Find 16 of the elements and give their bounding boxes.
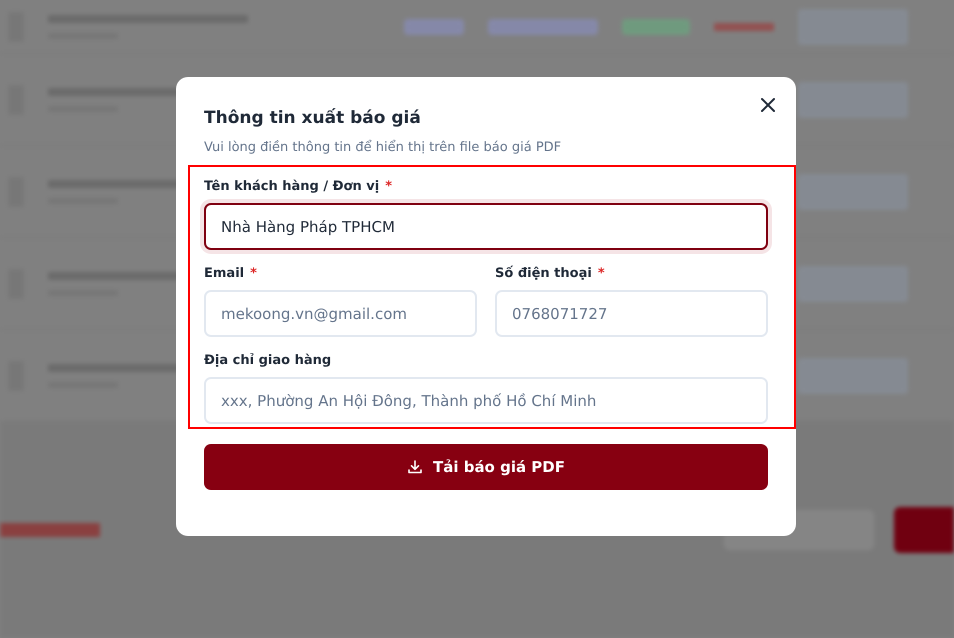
field-label: Email (204, 266, 244, 281)
input-field[interactable]: Nhà Hàng Pháp TPHCM (204, 203, 768, 250)
download-icon (406, 459, 423, 475)
close-icon[interactable] (760, 97, 776, 113)
dialog-subtitle: Vui lòng điền thông tin để hiển thị trên file báo giá PDF (204, 140, 562, 155)
field-label: Địa chỉ giao hàng (204, 353, 332, 368)
required-mark: * (385, 179, 392, 194)
download-pdf-button[interactable]: Tải báo giá PDF (204, 444, 768, 490)
input-field[interactable]: 0768071727 (495, 290, 768, 337)
field-label: Tên khách hàng / Đơn vị (204, 179, 380, 194)
required-mark: * (250, 266, 257, 281)
input-field[interactable]: mekoong.vn@gmail.com (204, 290, 477, 337)
field-label: Số điện thoại (495, 266, 592, 281)
dialog-title: Thông tin xuất báo giá (204, 108, 421, 128)
input-field[interactable]: xxx, Phường An Hội Đông, Thành phố Hồ Chí Minh (204, 377, 768, 424)
required-mark: * (598, 266, 605, 281)
